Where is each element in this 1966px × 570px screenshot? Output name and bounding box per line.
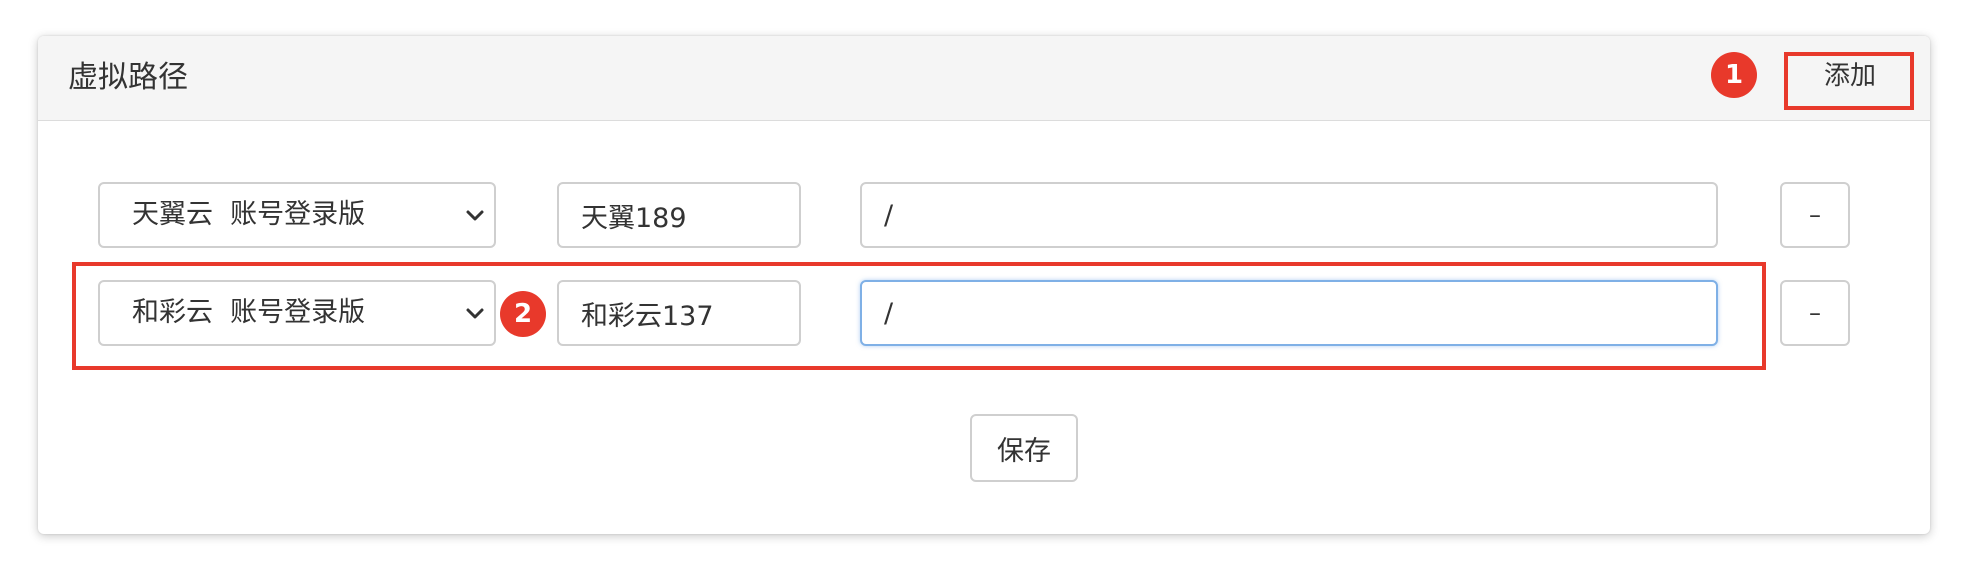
annotation-badge-2: 2 <box>500 291 546 337</box>
name-input-row-2[interactable] <box>557 280 801 346</box>
add-button[interactable]: 添加 <box>1810 58 1890 94</box>
driver-select-value: 天翼云 账号登录版 <box>132 199 366 230</box>
chevron-down-icon <box>466 210 484 221</box>
annotation-badge-1: 1 <box>1711 52 1757 98</box>
panel-title: 虚拟路径 <box>68 60 188 95</box>
driver-select-row-2[interactable]: 和彩云 账号登录版 <box>98 280 496 346</box>
driver-select-row-1[interactable]: 天翼云 账号登录版 <box>98 182 496 248</box>
path-input-row-2[interactable] <box>860 280 1718 346</box>
driver-select-value: 和彩云 账号登录版 <box>132 297 366 328</box>
remove-row-button[interactable]: – <box>1780 280 1850 346</box>
chevron-down-icon <box>466 308 484 319</box>
remove-row-button[interactable]: – <box>1780 182 1850 248</box>
path-input-row-1[interactable] <box>860 182 1718 248</box>
virtual-path-panel: 虚拟路径 天翼云 账号登录版 – 和彩云 账号登录版 – 保存 <box>38 36 1930 534</box>
save-button[interactable]: 保存 <box>970 414 1078 482</box>
name-input-row-1[interactable] <box>557 182 801 248</box>
panel-header: 虚拟路径 <box>38 36 1930 121</box>
